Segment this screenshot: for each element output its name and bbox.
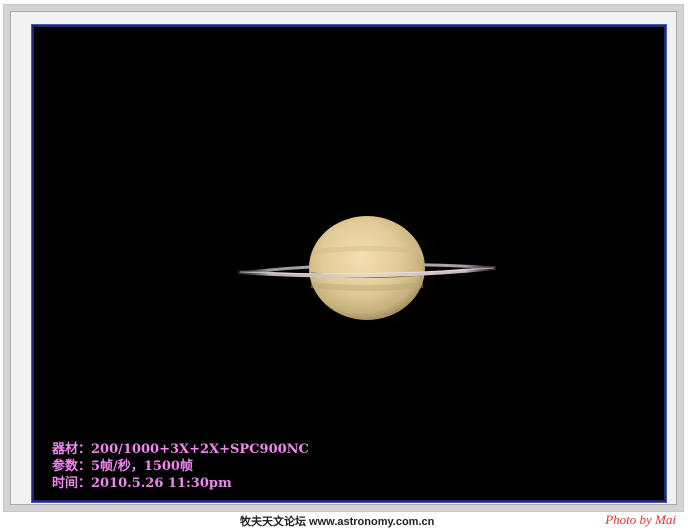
caption-equipment: 器材：200/1000+3X+2X+SPC900NC <box>52 442 309 457</box>
caption-parameters: 参数：5帧/秒，1500帧 <box>52 459 193 474</box>
saturn-photo: 器材：200/1000+3X+2X+SPC900NC 参数：5帧/秒，1500帧… <box>32 25 666 502</box>
photo-caption: 器材：200/1000+3X+2X+SPC900NC 参数：5帧/秒，1500帧… <box>52 441 309 492</box>
site-watermark: 牧夫天文论坛 www.astronomy.com.cn <box>240 516 435 528</box>
saturn-globe <box>309 216 425 320</box>
saturn-image <box>237 185 497 345</box>
footer: 牧夫天文论坛 www.astronomy.com.cn Photo by Mai <box>0 512 690 530</box>
photo-credit: Photo by Mai <box>605 512 676 527</box>
cloud-band <box>310 282 424 291</box>
caption-time: 时间：2010.5.26 11:30pm <box>52 476 232 491</box>
photo-frame: 器材：200/1000+3X+2X+SPC900NC 参数：5帧/秒，1500帧… <box>3 4 684 512</box>
